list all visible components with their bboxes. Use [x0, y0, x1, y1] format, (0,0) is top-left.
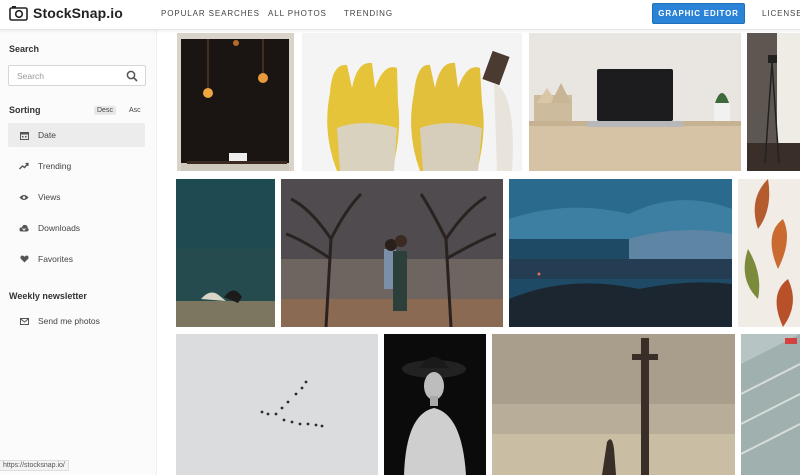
photo-light-bulbs[interactable]: [177, 33, 294, 171]
trending-icon: [19, 161, 29, 171]
sort-favorites[interactable]: Favorites: [8, 247, 145, 271]
sort-asc[interactable]: Asc: [126, 106, 144, 115]
logo[interactable]: StockSnap.io: [9, 5, 123, 21]
search-box: [8, 65, 146, 86]
photo-work-gloves[interactable]: [302, 33, 522, 171]
camera-icon: [9, 6, 28, 21]
sorting-heading: Sorting: [9, 105, 41, 115]
photo-gallery: [157, 30, 800, 475]
sort-date[interactable]: Date: [8, 123, 145, 147]
photo-autumn-leaves[interactable]: [738, 179, 800, 327]
sidebar: Search Sorting Desc Asc Date Trending Vi…: [0, 30, 157, 475]
sort-date-label: Date: [38, 130, 56, 140]
photo-cross-silhouette[interactable]: [492, 334, 735, 475]
photo-laptop-desk[interactable]: [529, 33, 741, 171]
sort-downloads[interactable]: Downloads: [8, 216, 145, 240]
envelope-icon: [19, 316, 29, 326]
top-navigation: StockSnap.io POPULAR SEARCHES ALL PHOTOS…: [0, 0, 800, 30]
sort-views[interactable]: Views: [8, 185, 145, 209]
sort-trending-label: Trending: [38, 161, 72, 171]
photo-tripod-room[interactable]: [747, 33, 800, 171]
photo-birds-flying[interactable]: [176, 334, 378, 475]
sort-favorites-label: Favorites: [38, 254, 73, 264]
photo-lake-shore[interactable]: [509, 179, 732, 327]
eye-icon: [19, 192, 29, 202]
photo-couple-beach[interactable]: [176, 179, 275, 327]
sort-views-label: Views: [38, 192, 61, 202]
sort-desc[interactable]: Desc: [94, 106, 116, 115]
search-icon[interactable]: [126, 70, 138, 82]
nav-popular-searches[interactable]: POPULAR SEARCHES: [161, 9, 260, 18]
sort-downloads-label: Downloads: [38, 223, 81, 233]
nav-all-photos[interactable]: ALL PHOTOS: [268, 9, 327, 18]
status-url: https://stocksnap.io/: [0, 460, 69, 471]
nav-trending[interactable]: TRENDING: [344, 9, 393, 18]
cloud-download-icon: [19, 223, 29, 233]
nav-license[interactable]: LICENSE: [762, 9, 800, 18]
search-heading: Search: [9, 44, 40, 54]
calendar-icon: [19, 130, 29, 140]
photo-couple-trees[interactable]: [281, 179, 503, 327]
search-input[interactable]: [9, 66, 119, 86]
brand-name: StockSnap.io: [33, 5, 123, 21]
newsletter-heading: Weekly newsletter: [9, 291, 87, 301]
send-me-photos-link[interactable]: Send me photos: [8, 309, 145, 333]
graphic-editor-button[interactable]: GRAPHIC EDITOR: [652, 3, 745, 24]
send-me-photos-label: Send me photos: [38, 316, 100, 326]
photo-glass-building[interactable]: [741, 334, 800, 475]
sort-trending[interactable]: Trending: [8, 154, 145, 178]
photo-woman-hat[interactable]: [384, 334, 486, 475]
heart-icon: [19, 254, 29, 264]
